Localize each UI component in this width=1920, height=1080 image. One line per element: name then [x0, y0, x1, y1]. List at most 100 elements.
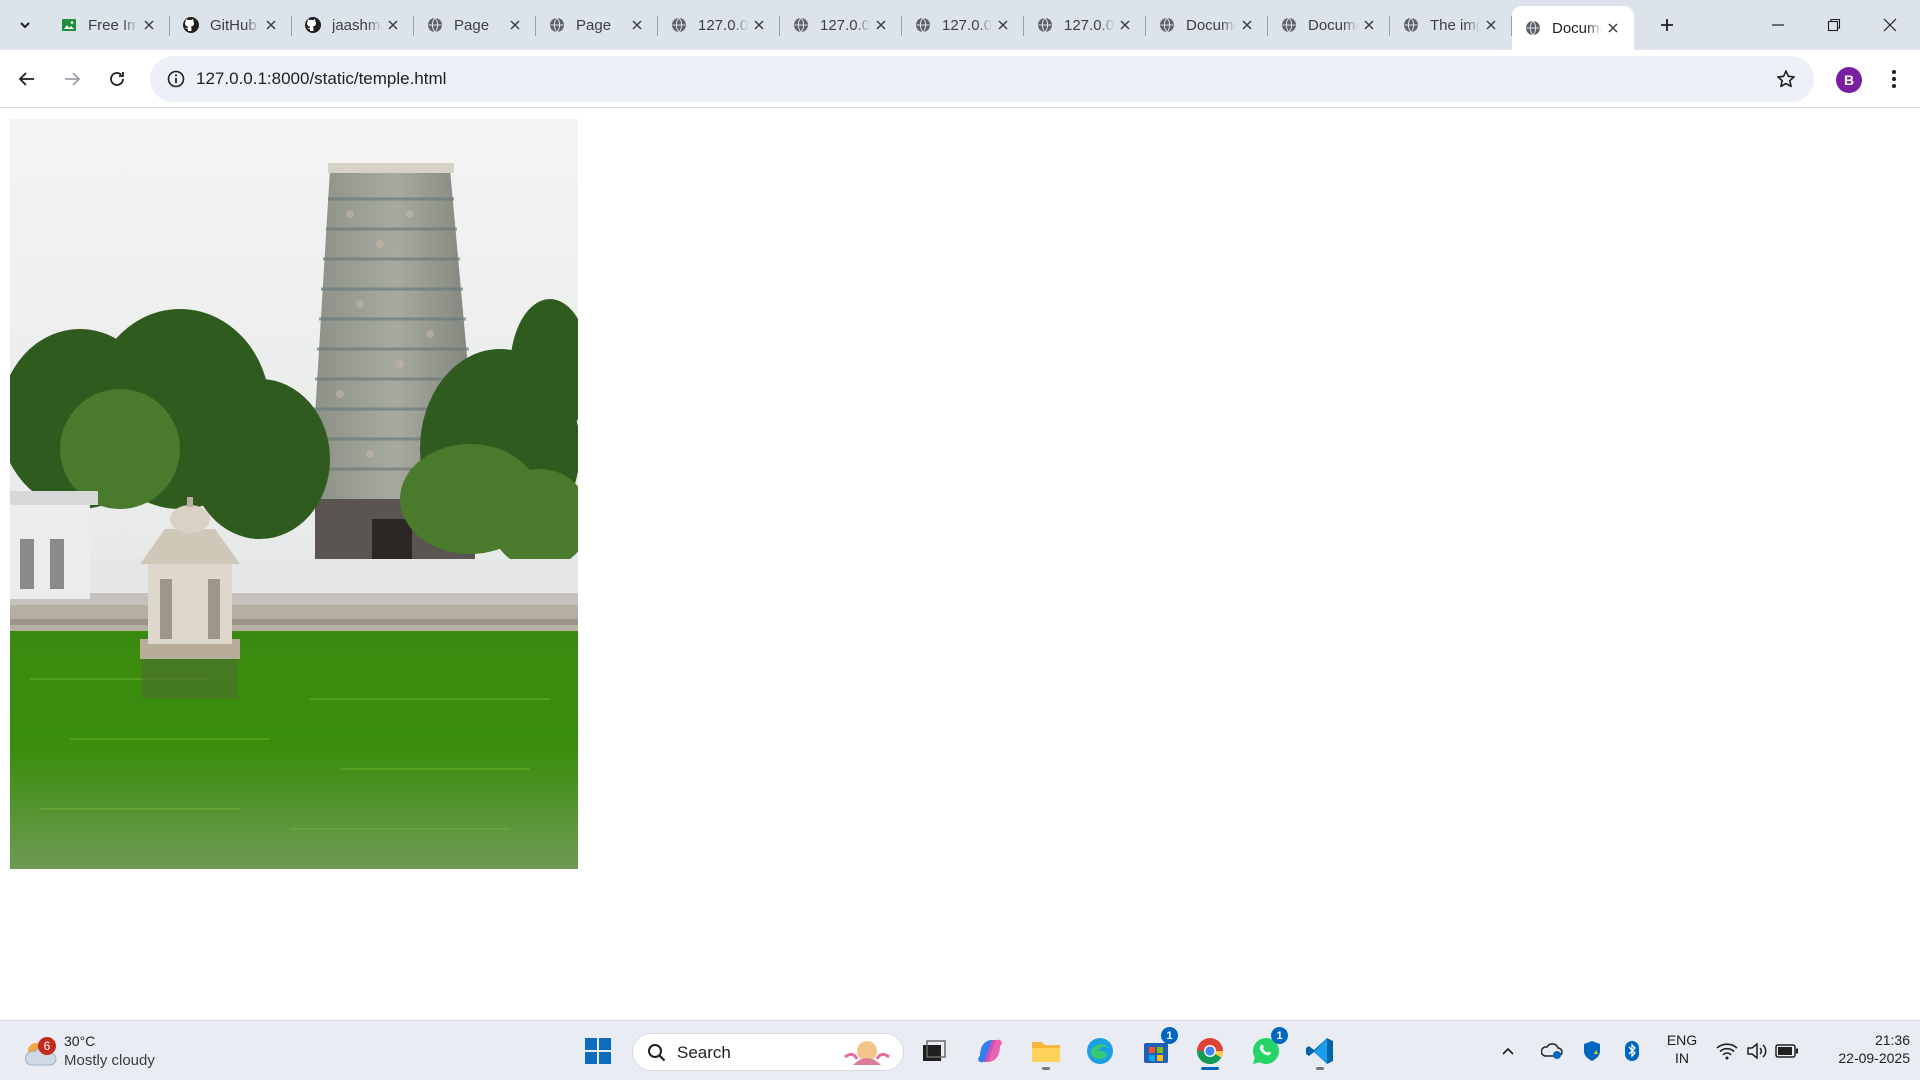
- restore-button[interactable]: [1806, 0, 1862, 50]
- address-bar[interactable]: 127.0.0.1:8000/static/temple.html: [150, 56, 1814, 102]
- microsoft-store-button[interactable]: 1: [1136, 1027, 1178, 1071]
- close-icon: [144, 20, 154, 30]
- close-icon: [876, 20, 886, 30]
- whatsapp-button[interactable]: 1: [1246, 1027, 1288, 1071]
- tab[interactable]: 127.0.0.1: [1024, 6, 1146, 44]
- site-info-button[interactable]: [158, 61, 194, 97]
- tab-close-button[interactable]: [504, 14, 526, 36]
- start-button[interactable]: [578, 1031, 618, 1071]
- vscode-button[interactable]: [1300, 1031, 1340, 1071]
- tab-close-button[interactable]: [1236, 14, 1258, 36]
- volume-tray-button[interactable]: [1742, 1031, 1772, 1071]
- active-indicator: [1201, 1067, 1219, 1070]
- tab[interactable]: jaashmitha: [292, 6, 414, 44]
- tab-close-button[interactable]: [1480, 14, 1502, 36]
- language-code: ENG: [1666, 1032, 1698, 1048]
- tab-title: Document: [1186, 16, 1236, 34]
- tab[interactable]: Free Images: [48, 6, 170, 44]
- back-button[interactable]: [9, 61, 45, 97]
- onedrive-tray-button[interactable]: [1536, 1031, 1568, 1071]
- running-indicator: [1316, 1067, 1324, 1070]
- copilot-icon: [978, 1039, 1002, 1063]
- copilot-button[interactable]: [970, 1031, 1010, 1071]
- whatsapp-badge: 1: [1271, 1027, 1288, 1044]
- wifi-tray-button[interactable]: [1712, 1031, 1742, 1071]
- file-explorer-button[interactable]: [1026, 1031, 1066, 1071]
- tab[interactable]: Document: [1268, 6, 1390, 44]
- arrow-right-icon: [65, 72, 81, 86]
- battery-icon: [1775, 1044, 1798, 1058]
- browser-menu-button[interactable]: [1876, 61, 1912, 97]
- info-icon: [167, 70, 185, 88]
- tab-close-button[interactable]: [626, 14, 648, 36]
- tab-strip: Free Images GitHub jaashmitha Page Page 127.0…: [0, 0, 1920, 50]
- tab-title: Page: [454, 16, 490, 34]
- taskbar: 6 30°C Mostly cloudy Search 1 1 ENG IN 2…: [0, 1020, 1920, 1080]
- tab-title: 127.0.0.1: [1064, 16, 1114, 34]
- language-indicator[interactable]: ENG IN: [1662, 1031, 1702, 1067]
- reload-button[interactable]: [99, 61, 135, 97]
- tab[interactable]: Document: [1146, 6, 1268, 44]
- tab-title: Document: [1308, 16, 1358, 34]
- folder-icon: [1032, 1042, 1060, 1062]
- tab[interactable]: The img: [1390, 6, 1512, 44]
- tab[interactable]: GitHub: [170, 6, 292, 44]
- chevron-down-icon: [20, 22, 30, 29]
- tab-close-button[interactable]: [138, 14, 160, 36]
- close-icon: [1120, 20, 1130, 30]
- store-badge: 1: [1161, 1027, 1178, 1044]
- tab-close-button[interactable]: [1358, 14, 1380, 36]
- weather-widget[interactable]: 6 30°C Mostly cloudy: [20, 1029, 200, 1073]
- tab-title: 127.0.0.1: [942, 16, 992, 34]
- tab-search-button[interactable]: [8, 8, 42, 42]
- arrow-left-icon: [18, 72, 34, 86]
- tab[interactable]: Page: [536, 6, 658, 44]
- close-icon: [998, 20, 1008, 30]
- taskbar-search[interactable]: Search: [632, 1033, 904, 1071]
- search-label: Search: [677, 1043, 731, 1062]
- tab[interactable]: 127.0.0.1: [780, 6, 902, 44]
- tab-close-button[interactable]: [1114, 14, 1136, 36]
- chevron-up-icon: [1502, 1047, 1514, 1055]
- bluetooth-tray-button[interactable]: [1616, 1031, 1648, 1071]
- battery-tray-button[interactable]: [1772, 1031, 1802, 1071]
- tab-close-button[interactable]: [992, 14, 1014, 36]
- region-code: IN: [1675, 1050, 1689, 1066]
- tab-close-button[interactable]: [1602, 17, 1624, 39]
- tab-active[interactable]: Document: [1512, 6, 1634, 50]
- tab-close-button[interactable]: [260, 14, 282, 36]
- task-view-button[interactable]: [914, 1031, 954, 1071]
- url-text[interactable]: 127.0.0.1:8000/static/temple.html: [196, 69, 446, 89]
- tab-close-button[interactable]: [382, 14, 404, 36]
- search-icon: [648, 1044, 666, 1062]
- tab[interactable]: 127.0.0.1: [902, 6, 1024, 44]
- browser-toolbar: 127.0.0.1:8000/static/temple.html: [0, 50, 1920, 108]
- profile-avatar[interactable]: B: [1836, 67, 1862, 93]
- bookmark-button[interactable]: [1768, 61, 1804, 97]
- edge-button[interactable]: [1080, 1031, 1120, 1071]
- chrome-button[interactable]: [1190, 1031, 1230, 1071]
- task-view-icon: [923, 1040, 946, 1061]
- tab[interactable]: 127.0.0.1: [658, 6, 780, 44]
- tab[interactable]: Page: [414, 6, 536, 44]
- close-icon: [1608, 23, 1618, 33]
- globe-icon: [792, 16, 810, 34]
- new-tab-button[interactable]: [1652, 10, 1682, 40]
- close-icon: [1883, 18, 1897, 32]
- minimize-button[interactable]: [1750, 0, 1806, 50]
- close-icon: [1486, 20, 1496, 30]
- close-icon: [1242, 20, 1252, 30]
- tab-list: Free Images GitHub jaashmitha Page Page 127.0…: [48, 6, 1634, 50]
- security-tray-button[interactable]: [1576, 1031, 1608, 1071]
- close-window-button[interactable]: [1862, 0, 1918, 50]
- weather-condition: Mostly cloudy: [64, 1052, 155, 1069]
- tab-close-button[interactable]: [870, 14, 892, 36]
- globe-icon: [1158, 16, 1176, 34]
- clock[interactable]: 21:36 22-09-2025: [1810, 1031, 1910, 1067]
- edge-icon: [1087, 1038, 1113, 1064]
- clock-time: 21:36: [1874, 1032, 1910, 1048]
- tab-close-button[interactable]: [748, 14, 770, 36]
- close-icon: [1364, 20, 1374, 30]
- forward-button[interactable]: [54, 61, 90, 97]
- show-hidden-icons-button[interactable]: [1492, 1031, 1524, 1071]
